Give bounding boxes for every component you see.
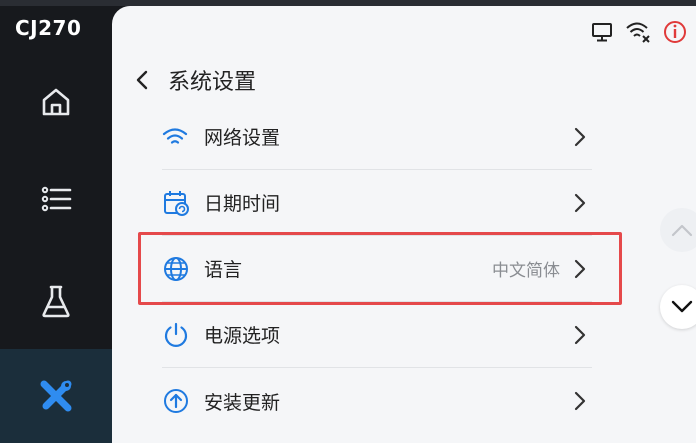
wifi-off-icon [625, 20, 651, 44]
setting-update[interactable]: 安装更新 [162, 368, 592, 434]
setting-network[interactable]: 网络设置 [162, 104, 592, 170]
monitor-icon [591, 21, 613, 43]
sidebar-item-list[interactable] [0, 152, 112, 246]
setting-label: 电源选项 [204, 325, 281, 347]
page-title: 系统设置 [168, 70, 257, 95]
scroll-up-button[interactable] [660, 208, 696, 252]
setting-label: 语言 [204, 259, 243, 281]
flask-icon [42, 285, 70, 318]
settings-panel: 系统设置 网络设置 日期时间 语言 中文简体 电源选项 安装更新 [112, 6, 696, 443]
sidebar-item-home[interactable] [0, 55, 112, 149]
chevron-left-icon [136, 70, 148, 90]
chevron-right-icon [574, 127, 588, 147]
globe-icon [162, 255, 200, 283]
sidebar-item-tools[interactable] [0, 349, 112, 443]
power-icon [162, 321, 200, 349]
settings-list: 网络设置 日期时间 语言 中文简体 电源选项 安装更新 [138, 104, 622, 434]
calendar-icon [162, 189, 200, 217]
tools-icon [40, 380, 72, 412]
setting-language[interactable]: 语言 中文简体 [138, 232, 622, 305]
scroll-down-button[interactable] [660, 285, 696, 329]
page-header: 系统设置 [134, 64, 256, 96]
setting-datetime[interactable]: 日期时间 [162, 170, 592, 236]
setting-power[interactable]: 电源选项 [162, 302, 592, 368]
setting-label: 日期时间 [204, 193, 281, 215]
chevron-right-icon [574, 193, 588, 213]
alert-icon[interactable] [663, 20, 687, 44]
setting-label: 安装更新 [204, 391, 281, 414]
setting-value: 中文简体 [492, 261, 560, 281]
chevron-right-icon [574, 325, 588, 345]
back-button[interactable] [134, 64, 158, 96]
sidebar-item-experiment[interactable] [0, 254, 112, 348]
status-bar [591, 20, 696, 44]
chevron-down-icon [671, 300, 693, 313]
update-icon [162, 387, 200, 415]
sidebar [0, 0, 112, 443]
setting-label: 网络设置 [204, 127, 281, 149]
chevron-right-icon [574, 391, 588, 411]
chevron-right-icon [574, 259, 588, 279]
wifi-icon [162, 126, 200, 148]
chevron-up-icon [671, 224, 693, 237]
home-icon [42, 88, 70, 116]
list-icon [41, 186, 72, 212]
